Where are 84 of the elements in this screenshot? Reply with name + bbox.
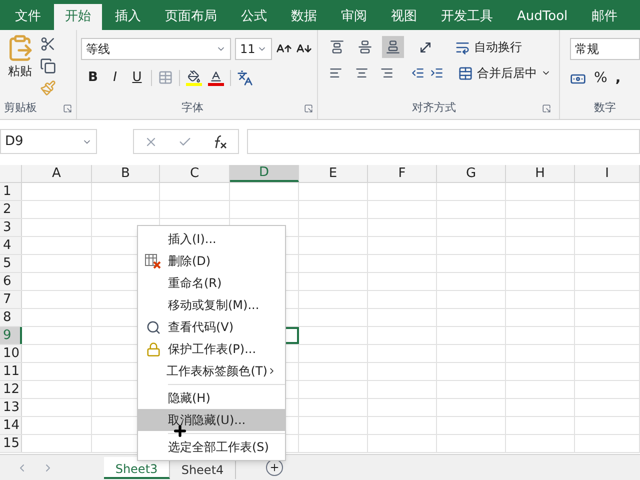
- group-label: 对齐方式: [412, 100, 456, 116]
- column-header[interactable]: G: [437, 165, 506, 182]
- sheet-tab[interactable]: Sheet3: [104, 457, 170, 479]
- scissors-icon[interactable]: [40, 36, 56, 52]
- phonetic-icon[interactable]: [237, 70, 253, 86]
- fill-color-icon[interactable]: [186, 70, 202, 86]
- row-header[interactable]: 9: [0, 327, 22, 344]
- add-sheet-button[interactable]: [266, 459, 283, 476]
- column-header[interactable]: D: [230, 165, 299, 182]
- column-header[interactable]: H: [506, 165, 575, 182]
- dialog-launcher-icon[interactable]: [63, 104, 72, 112]
- column-header[interactable]: E: [299, 165, 368, 182]
- row-header[interactable]: 5: [0, 255, 22, 272]
- percent-button[interactable]: %: [594, 68, 608, 89]
- copy-icon[interactable]: [40, 58, 56, 74]
- view-code-icon: [146, 320, 160, 334]
- align-icon: [330, 40, 344, 54]
- font-name-field[interactable]: 等线: [81, 38, 231, 60]
- wrap-text-button[interactable]: 自动换行: [455, 38, 522, 56]
- ribbon-tab[interactable]: 页面布局: [154, 4, 228, 30]
- menu-item[interactable]: 插入(I)...: [138, 228, 285, 250]
- paste-button[interactable]: 粘贴: [4, 34, 36, 97]
- font-style-button[interactable]: I: [107, 68, 123, 88]
- vertical-align-button[interactable]: [382, 36, 404, 58]
- ribbon-tab[interactable]: 插入: [104, 4, 152, 30]
- menu-item[interactable]: 取消隐藏(U)...: [138, 409, 285, 431]
- row-header[interactable]: 1: [0, 183, 22, 200]
- group-label: 剪贴板: [4, 100, 37, 116]
- row-header[interactable]: 3: [0, 219, 22, 236]
- ribbon-tab[interactable]: AudTool: [506, 4, 579, 30]
- column-header[interactable]: B: [92, 165, 160, 182]
- row-header[interactable]: 7: [0, 291, 22, 308]
- row-header[interactable]: 11: [0, 363, 22, 380]
- row-header[interactable]: 15: [0, 435, 22, 452]
- ribbon-tab[interactable]: 邮件: [580, 4, 629, 30]
- dialog-launcher-icon[interactable]: [304, 104, 313, 112]
- sheet-tab[interactable]: Sheet4: [170, 457, 236, 479]
- font-size-field[interactable]: 11: [235, 38, 272, 60]
- group-label: 数字: [594, 100, 616, 116]
- dialog-launcher-icon[interactable]: [542, 104, 551, 112]
- menu-item[interactable]: 查看代码(V): [138, 316, 285, 338]
- menu-item[interactable]: 保护工作表(P)...: [138, 338, 285, 360]
- merge-icon: [458, 66, 473, 80]
- font-style-button[interactable]: B: [85, 68, 101, 88]
- orientation-icon[interactable]: [418, 40, 433, 54]
- menu-item[interactable]: 隐藏(H): [138, 387, 285, 409]
- plus-icon: [269, 462, 280, 473]
- row-header[interactable]: 8: [0, 309, 22, 326]
- row-header[interactable]: 6: [0, 273, 22, 290]
- delete-sheet-icon: [145, 254, 161, 268]
- merge-center-button[interactable]: 合并后居中: [458, 64, 551, 82]
- row-header[interactable]: 10: [0, 345, 22, 362]
- ribbon-tab[interactable]: 文件: [4, 4, 52, 30]
- name-box[interactable]: D9: [0, 129, 97, 154]
- protect-sheet-icon: [146, 342, 160, 356]
- font-style-button[interactable]: U: [129, 68, 145, 88]
- ribbon-tab[interactable]: 数据: [280, 4, 328, 30]
- ribbon-tab[interactable]: 开发工具: [430, 4, 504, 30]
- ribbon-tab[interactable]: 视图: [380, 4, 428, 30]
- wrap-text-icon: [455, 40, 470, 54]
- column-header[interactable]: F: [368, 165, 437, 182]
- row-header[interactable]: 12: [0, 381, 22, 398]
- formula-input[interactable]: [247, 129, 640, 154]
- align-icon: [386, 40, 400, 54]
- align-icon: [358, 40, 372, 54]
- ribbon-tab[interactable]: 开始: [54, 4, 102, 30]
- function-icon[interactable]: [212, 134, 228, 148]
- menu-item[interactable]: 删除(D): [138, 250, 285, 272]
- menu-item[interactable]: 重命名(R): [138, 272, 285, 294]
- font-color-icon[interactable]: [208, 70, 224, 86]
- column-header[interactable]: I: [575, 165, 640, 182]
- menu-item[interactable]: 工作表标签颜色(T): [138, 360, 285, 382]
- comma-button[interactable]: ,: [615, 68, 621, 89]
- row-header[interactable]: 13: [0, 399, 22, 416]
- row-header[interactable]: 4: [0, 237, 22, 254]
- column-header[interactable]: A: [22, 165, 92, 182]
- number-format-field[interactable]: 常规: [570, 38, 640, 60]
- menu-item[interactable]: 选定全部工作表(S): [138, 436, 285, 458]
- menu-item[interactable]: 移动或复制(M)...: [138, 294, 285, 316]
- ribbon-tab[interactable]: 审阅: [330, 4, 378, 30]
- row-header[interactable]: 2: [0, 201, 22, 218]
- row-header[interactable]: 14: [0, 417, 22, 434]
- ribbon-tab[interactable]: 公式: [230, 4, 278, 30]
- group-label: 字体: [182, 100, 204, 116]
